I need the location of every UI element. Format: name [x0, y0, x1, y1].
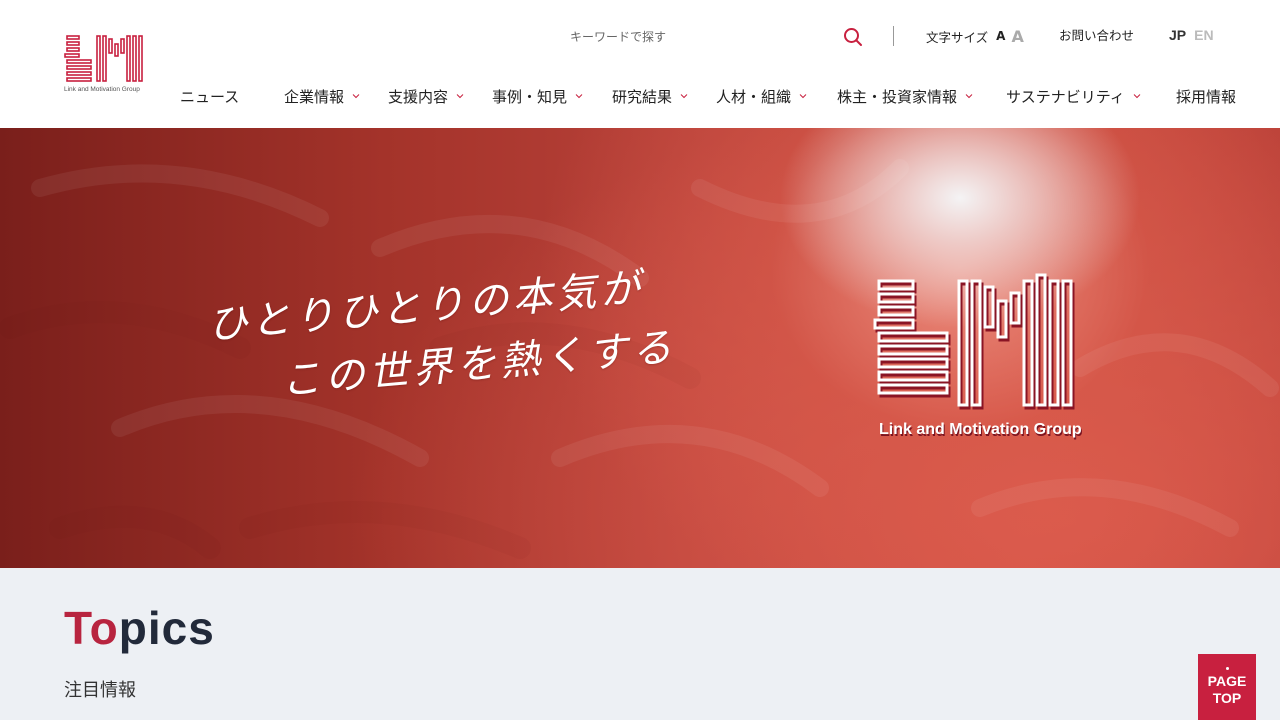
contact-link[interactable]: お問い合わせ [1059, 26, 1134, 46]
search-box [570, 22, 870, 52]
search-input[interactable] [570, 22, 830, 52]
topics-subtitle: 注目情報 [64, 680, 136, 701]
nav-item-recruit[interactable]: 採用情報 [1176, 84, 1236, 108]
header-divider [893, 26, 894, 46]
chevron-down-icon [575, 94, 583, 99]
nav-item-research[interactable]: 研究結果 [612, 84, 688, 108]
font-size-large-button[interactable]: A [1011, 27, 1023, 46]
nav-item-sustainability[interactable]: サステナビリティ [1006, 84, 1141, 108]
search-button[interactable] [842, 26, 864, 48]
topics-section: Topics 注目情報 [0, 568, 1280, 720]
nav-item-label: 企業情報 [284, 87, 345, 106]
lm-logo-mark [64, 35, 143, 82]
nav-item-services[interactable]: 支援内容 [388, 84, 464, 108]
chevron-down-icon [456, 94, 464, 99]
nav-item-news[interactable]: ニュース [180, 84, 239, 108]
page-top-dot-icon [1225, 667, 1229, 670]
nav-item-company[interactable]: 企業情報 [284, 84, 360, 108]
hero-logo: Link and Motivation Group [873, 273, 1093, 448]
nav-item-label: 採用情報 [1176, 87, 1237, 106]
page-top-label-2: TOP [1212, 690, 1242, 706]
lm-logo-mark-large [873, 273, 1075, 410]
chevron-down-icon [799, 94, 807, 99]
font-size-switcher: 文字サイズ A A [926, 26, 1024, 46]
chevron-down-icon [680, 94, 688, 99]
site-header: Link and Motivation Group 文字サイズ A A お問い合… [0, 0, 1280, 128]
topics-heading-accent: To [64, 602, 119, 654]
nav-item-label: 事例・知見 [492, 87, 568, 106]
language-switcher: JP EN [1169, 25, 1214, 45]
font-size-small-button[interactable]: A [996, 29, 1005, 43]
nav-item-label: ニュース [180, 87, 240, 106]
chevron-down-icon [1133, 94, 1141, 99]
lang-jp-link[interactable]: JP [1169, 25, 1186, 45]
lang-en-link[interactable]: EN [1194, 25, 1213, 45]
nav-item-people[interactable]: 人材・組織 [716, 84, 807, 108]
nav-item-label: 人材・組織 [716, 87, 792, 106]
chevron-down-icon [965, 94, 973, 99]
nav-item-cases[interactable]: 事例・知見 [492, 84, 583, 108]
nav-item-label: サステナビリティ [1006, 87, 1125, 106]
site-logo[interactable]: Link and Motivation Group [64, 33, 146, 97]
nav-item-label: 研究結果 [612, 87, 673, 106]
page-top-label-1: PAGE [1207, 673, 1247, 689]
topics-heading: Topics [64, 600, 215, 656]
page-top-button[interactable]: PAGE TOP [1198, 654, 1256, 720]
font-size-label: 文字サイズ [926, 29, 989, 45]
nav-item-ir[interactable]: 株主・投資家情報 [837, 84, 973, 108]
logo-caption: Link and Motivation Group [64, 86, 140, 93]
hero-banner: ひとりひとりの本気が この世界を熱くする Link and Motivation… [0, 128, 1280, 568]
topics-heading-rest: pics [118, 602, 215, 654]
search-icon [844, 28, 862, 46]
chevron-down-icon [352, 94, 360, 99]
nav-item-label: 支援内容 [388, 87, 449, 106]
nav-item-label: 株主・投資家情報 [837, 87, 958, 106]
hero-logo-caption: Link and Motivation Group [879, 421, 1082, 438]
